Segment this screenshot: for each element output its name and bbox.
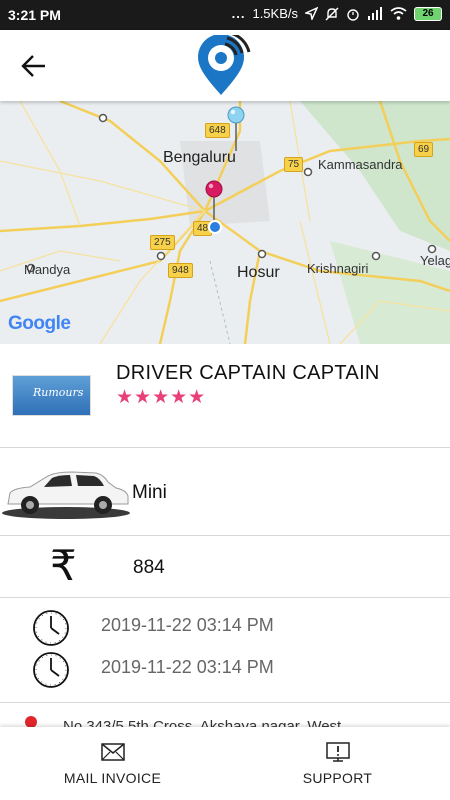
status-time: 3:21 PM — [8, 7, 61, 23]
driver-photo-text: Rumours — [33, 386, 84, 399]
road-shield-69: 69 — [414, 142, 434, 157]
support-icon — [326, 742, 350, 762]
drop-clock-icon — [33, 652, 69, 688]
app-header — [0, 30, 450, 101]
mail-invoice-label: MAIL INVOICE — [63, 770, 162, 786]
mail-icon — [101, 743, 125, 761]
location-arrow-icon — [305, 7, 318, 20]
network-speed: 1.5KB/s — [252, 6, 298, 21]
current-location-icon — [208, 220, 222, 234]
driver-rating-stars: ★★★★★ — [116, 387, 207, 408]
support-button[interactable]: SUPPORT — [225, 727, 450, 800]
drop-time: 2019-11-22 03:14 PM — [101, 657, 274, 677]
road-shield-948: 948 — [168, 263, 193, 278]
map-label-yelag: Yelag — [420, 253, 450, 268]
car-icon — [2, 471, 130, 519]
road-shield-75: 75 — [284, 157, 304, 172]
driver-name: DRIVER CAPTAIN CAPTAIN — [116, 362, 380, 384]
route-map[interactable]: Bengaluru Kammasandra Mandya Hosur Krish… — [0, 101, 450, 344]
pickup-pin-icon[interactable] — [225, 105, 247, 151]
fare-info: ₹ 884 — [0, 536, 450, 598]
road-shield-275: 275 — [150, 235, 175, 250]
vehicle-info: Mini — [0, 448, 450, 536]
wifi-icon — [390, 7, 407, 20]
map-label-mandya: Mandya — [24, 262, 71, 277]
signal-icon — [368, 7, 382, 20]
driver-info: Rumours DRIVER CAPTAIN CAPTAIN ★★★★★ — [0, 344, 450, 448]
trip-details-screen: 3:21 PM ... 1.5KB/s 26 Bengaluru Kammasa… — [0, 0, 450, 800]
google-attribution[interactable]: Google — [8, 313, 71, 335]
map-label-hosur: Hosur — [237, 264, 280, 281]
map-label-bengaluru: Bengaluru — [163, 149, 236, 166]
pickup-clock-icon — [33, 610, 69, 646]
mail-invoice-button[interactable]: MAIL INVOICE — [0, 727, 225, 800]
support-label: SUPPORT — [302, 770, 373, 786]
status-bar: 3:21 PM ... 1.5KB/s 26 — [0, 0, 450, 30]
alarm-icon — [347, 8, 359, 21]
bottom-action-bar: MAIL INVOICE SUPPORT — [0, 727, 450, 800]
battery-icon: 26 — [414, 6, 442, 21]
mute-icon — [325, 7, 339, 20]
trip-times: 2019-11-22 03:14 PM 2019-11-22 03:14 PM — [0, 598, 450, 703]
pickup-time: 2019-11-22 03:14 PM — [101, 615, 274, 635]
map-label-krishnagiri: Krishnagiri — [307, 261, 369, 276]
status-icons: ... 1.5KB/s 26 — [232, 6, 442, 21]
status-dots: ... — [231, 6, 246, 21]
rupee-icon: ₹ — [50, 541, 77, 590]
vehicle-type: Mini — [132, 482, 167, 503]
driver-photo: Rumours — [12, 375, 91, 416]
back-arrow-icon[interactable] — [18, 50, 50, 82]
app-logo-icon — [198, 35, 251, 95]
fare-amount: 884 — [133, 557, 165, 578]
map-label-kammasandra: Kammasandra — [318, 157, 403, 172]
